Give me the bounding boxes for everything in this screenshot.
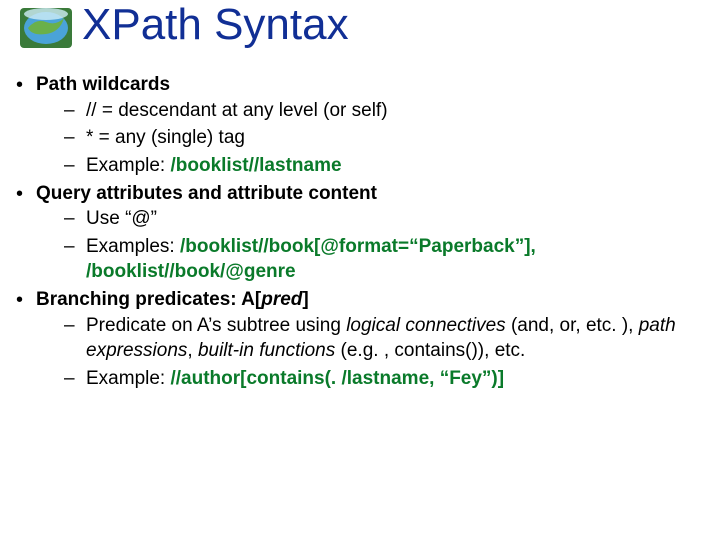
bullet-head: Query attributes and attribute content bbox=[36, 183, 377, 204]
code-example: //author[contains(. /lastname, “Fey”)] bbox=[170, 368, 504, 389]
sub-item: Example: //author[contains(. /lastname, … bbox=[36, 366, 708, 392]
sub-item: Examples: /booklist//book[@format=“Paper… bbox=[36, 234, 708, 285]
slide-icon bbox=[16, 2, 76, 56]
globe-icon bbox=[16, 2, 76, 56]
bullet-branching-predicates: Branching predicates: A[pred] Predicate … bbox=[12, 287, 708, 392]
sub-item: Predicate on A’s subtree using logical c… bbox=[36, 313, 708, 364]
bullet-query-attributes: Query attributes and attribute content U… bbox=[12, 181, 708, 286]
bullet-path-wildcards: Path wildcards // = descendant at any le… bbox=[12, 72, 708, 179]
slide-title: XPath Syntax bbox=[82, 0, 349, 50]
bullet-head: Path wildcards bbox=[36, 74, 170, 95]
slide-body: Path wildcards // = descendant at any le… bbox=[12, 72, 708, 394]
sub-item: Use “@” bbox=[36, 206, 708, 232]
sub-item: // = descendant at any level (or self) bbox=[36, 98, 708, 124]
bullet-head: Branching predicates: A[pred] bbox=[36, 289, 309, 310]
code-example: /booklist//lastname bbox=[170, 155, 341, 176]
sub-item: * = any (single) tag bbox=[36, 125, 708, 151]
sub-item: Example: /booklist//lastname bbox=[36, 153, 708, 179]
